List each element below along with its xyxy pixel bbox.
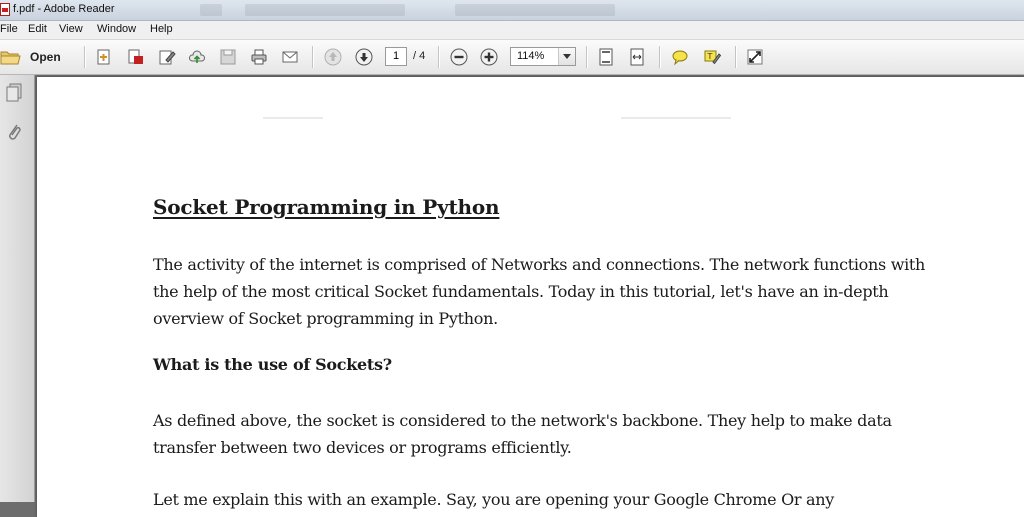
toolbar-divider <box>659 46 661 68</box>
page-total: / 4 <box>413 50 426 62</box>
window-title: f.pdf - Adobe Reader <box>13 3 115 15</box>
background-tab <box>245 4 405 16</box>
chevron-down-icon <box>563 54 571 59</box>
save-button[interactable] <box>218 47 238 67</box>
background-tab <box>455 4 615 16</box>
arrow-down-circle-icon <box>355 48 373 66</box>
toolbar: Open 1 / 4 114% T <box>0 40 1024 75</box>
pdf-convert-button[interactable] <box>126 47 146 67</box>
menu-window[interactable]: Window <box>97 23 136 35</box>
full-screen-button[interactable] <box>745 47 765 67</box>
paragraph-definition: As defined above, the socket is consider… <box>153 411 892 457</box>
attachments-button[interactable] <box>3 121 25 143</box>
fit-width-icon <box>630 48 644 66</box>
plus-circle-icon <box>480 48 498 66</box>
toolbar-divider <box>84 46 86 68</box>
page-artifact <box>263 117 323 119</box>
comment-bubble-icon <box>672 50 688 66</box>
toolbar-divider <box>735 46 737 68</box>
open-label: Open <box>30 50 61 64</box>
edit-pencil-icon <box>159 50 176 65</box>
menu-view[interactable]: View <box>59 23 83 35</box>
pdf-page: Socket Programming in Python The activit… <box>37 77 1024 517</box>
cloud-upload-icon <box>188 50 206 63</box>
document-content: Socket Programming in Python The activit… <box>153 195 943 509</box>
print-button[interactable] <box>249 47 269 67</box>
folder-icon <box>0 51 21 65</box>
menu-help[interactable]: Help <box>150 23 173 35</box>
toolbar-divider <box>312 46 314 68</box>
zoom-dropdown-button[interactable] <box>558 48 575 65</box>
section-heading: What is the use of Sockets? <box>153 355 392 374</box>
navigation-pane <box>0 75 35 502</box>
create-pdf-icon <box>97 49 110 65</box>
paragraph-intro: The activity of the internet is comprise… <box>153 255 926 328</box>
menu-edit[interactable]: Edit <box>28 23 47 35</box>
highlighter-icon: T <box>704 50 721 65</box>
printer-icon <box>251 49 267 65</box>
save-disk-icon <box>220 49 236 65</box>
pdf-convert-icon <box>128 49 143 64</box>
next-page-button[interactable] <box>354 47 374 67</box>
fit-width-button[interactable] <box>627 47 647 67</box>
toolbar-divider <box>586 46 588 68</box>
create-pdf-button[interactable] <box>94 47 114 67</box>
pdf-file-icon <box>0 3 10 16</box>
document-title: Socket Programming in Python <box>153 195 500 219</box>
page-thumbnails-button[interactable] <box>3 82 25 104</box>
zoom-value: 114% <box>517 50 545 62</box>
toolbar-divider <box>438 46 440 68</box>
menu-bar: File Edit View Window Help <box>0 21 1024 40</box>
email-button[interactable] <box>280 47 300 67</box>
open-button[interactable]: Open <box>0 46 61 68</box>
page-number-input[interactable]: 1 <box>385 47 407 66</box>
background-tab-icon <box>200 4 222 16</box>
svg-text:T: T <box>707 52 713 61</box>
minus-circle-icon <box>450 48 468 66</box>
title-bar: f.pdf - Adobe Reader <box>0 0 1024 21</box>
page-artifact <box>621 117 731 119</box>
zoom-out-button[interactable] <box>449 47 469 67</box>
fit-page-icon <box>599 48 613 66</box>
paragraph-example: Let me explain this with an example. Say… <box>153 490 834 509</box>
pages-icon <box>6 83 22 102</box>
envelope-icon <box>282 51 298 63</box>
highlight-text-button[interactable]: T <box>702 47 722 67</box>
zoom-select[interactable]: 114% <box>510 47 576 66</box>
edit-document-button[interactable] <box>157 47 177 67</box>
arrow-up-circle-icon <box>324 48 342 66</box>
cloud-upload-button[interactable] <box>187 47 207 67</box>
zoom-in-button[interactable] <box>479 47 499 67</box>
previous-page-button[interactable] <box>323 47 343 67</box>
expand-arrows-icon <box>747 49 763 65</box>
document-area[interactable]: Socket Programming in Python The activit… <box>35 75 1024 517</box>
fit-page-button[interactable] <box>596 47 616 67</box>
paperclip-icon <box>9 124 21 140</box>
menu-file[interactable]: File <box>0 23 18 35</box>
sticky-note-button[interactable] <box>670 47 690 67</box>
